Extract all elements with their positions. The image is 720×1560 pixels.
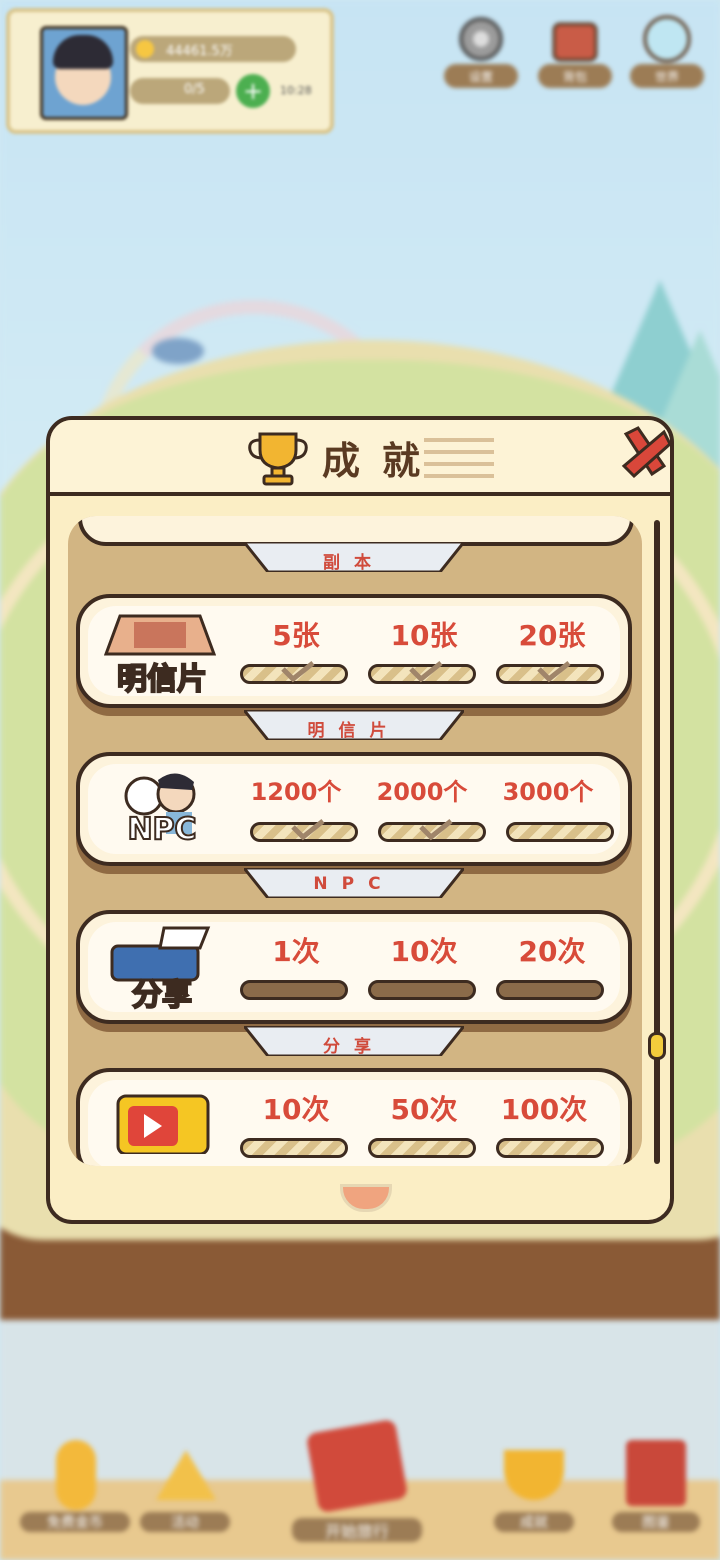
check-icon xyxy=(537,661,571,683)
suitcase-icon xyxy=(305,1418,409,1514)
star-icon xyxy=(156,1450,216,1500)
progress-bar xyxy=(496,661,604,684)
progress-bar xyxy=(368,661,476,684)
progress-bar xyxy=(506,822,614,842)
add-energy-button[interactable]: + xyxy=(236,74,270,108)
nav-collection[interactable]: 图鉴 xyxy=(606,1430,706,1550)
section-label: NPC xyxy=(313,874,395,894)
progress-bar xyxy=(240,980,348,1000)
achievement-dialog: 成就 副本 明信片 5张 10张 20张 明信片 NPC 1200个 2000个… xyxy=(46,416,674,1224)
suitcase-icon xyxy=(552,22,598,62)
player-profile-panel[interactable]: 44461.5万 0/5 + 10:28 xyxy=(6,8,334,134)
energy-counter: 0/5 xyxy=(130,78,230,104)
achievement-card-video: 10次 50次 100次 xyxy=(76,1068,632,1166)
nav-free-coins[interactable]: 免费金币 xyxy=(20,1430,130,1550)
blimp-icon xyxy=(152,338,204,364)
progress-bar xyxy=(378,819,486,842)
energy-timer: 10:28 xyxy=(280,84,312,97)
achievement-card-postcard: 明信片 5张 10张 20张 xyxy=(76,594,632,708)
close-icon[interactable] xyxy=(618,424,672,482)
achievement-card-npc: NPC 1200个 2000个 3000个 xyxy=(76,752,632,866)
coin-icon xyxy=(136,40,154,58)
section-label: 明信片 xyxy=(307,721,401,741)
trophy-icon xyxy=(504,1450,564,1500)
coin-icon xyxy=(56,1440,96,1510)
progress-bar xyxy=(496,980,604,1000)
backpack-button[interactable]: 背包 xyxy=(538,8,612,92)
settings-button[interactable]: 设置 xyxy=(444,8,518,92)
nav-achievement[interactable]: 成就 xyxy=(484,1430,584,1550)
progress-bar xyxy=(250,819,358,842)
progress-bar xyxy=(240,661,348,684)
tv-icon xyxy=(116,1094,210,1154)
book-icon xyxy=(626,1440,686,1506)
coin-counter: 44461.5万 xyxy=(130,36,296,62)
world-button[interactable]: 世界 xyxy=(630,8,704,92)
avatar[interactable] xyxy=(40,26,128,120)
achievement-list[interactable]: 副本 明信片 5张 10张 20张 明信片 NPC 1200个 2000个 30… xyxy=(68,516,642,1166)
bottom-nav: 免费金币 活动 开始旅行 成就 图鉴 xyxy=(0,1418,720,1560)
section-label: 副本 xyxy=(323,553,385,573)
progress-bar xyxy=(368,980,476,1000)
dialog-header: 成就 xyxy=(50,420,672,496)
trophy-icon xyxy=(248,432,308,486)
check-icon xyxy=(291,819,325,841)
scroll-down-button[interactable] xyxy=(340,1184,392,1212)
scrollbar[interactable] xyxy=(654,520,660,1164)
check-icon xyxy=(409,661,443,683)
achievement-card-share: 分享 1次 10次 20次 xyxy=(76,910,632,1024)
globe-icon xyxy=(643,15,691,63)
nav-start-travel[interactable]: 开始旅行 xyxy=(292,1418,422,1560)
gear-icon xyxy=(459,17,503,61)
nav-activity[interactable]: 活动 xyxy=(140,1430,230,1550)
check-icon xyxy=(419,819,453,841)
progress-bar xyxy=(496,1138,604,1158)
check-icon xyxy=(281,661,315,683)
section-label: 分享 xyxy=(323,1037,385,1057)
scrollbar-thumb[interactable] xyxy=(648,1032,666,1060)
progress-bar xyxy=(240,1138,348,1158)
progress-bar xyxy=(368,1138,476,1158)
